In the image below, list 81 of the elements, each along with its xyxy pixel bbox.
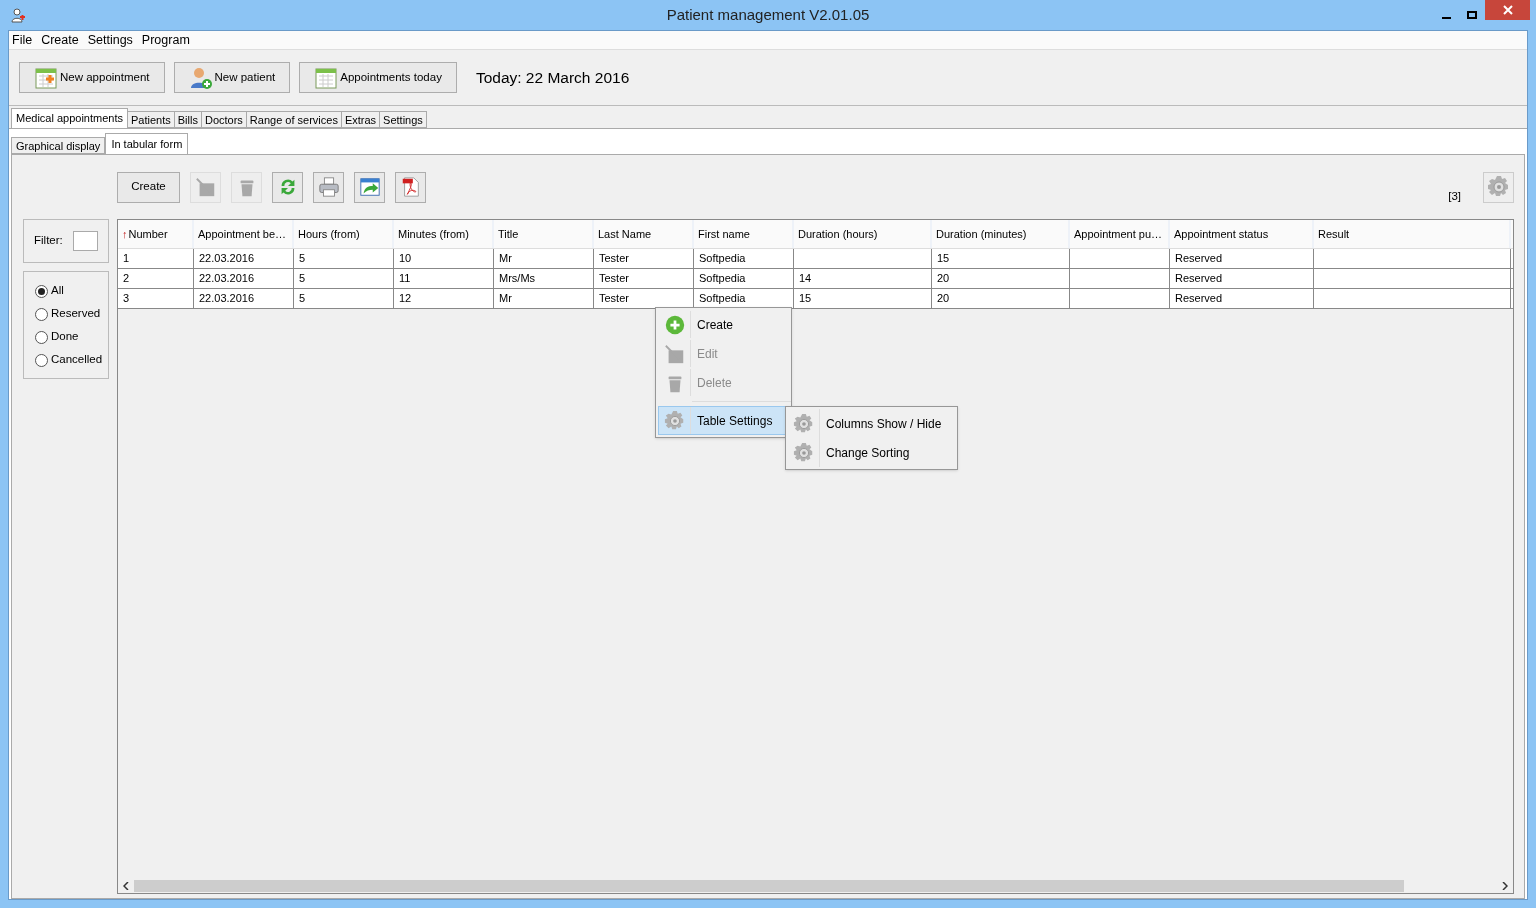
- radio-button[interactable]: [35, 284, 48, 298]
- table-cell: Reserved: [1170, 269, 1314, 288]
- table-cell: 22.03.2016: [194, 269, 294, 288]
- table-cell: 2: [118, 269, 194, 288]
- add-icon: [663, 313, 686, 336]
- create-button[interactable]: Create: [117, 171, 180, 203]
- radio-option[interactable]: Done: [35, 330, 108, 344]
- table-cell: 3: [118, 289, 194, 308]
- table-cell: 20: [932, 269, 1070, 288]
- tab[interactable]: Bills: [174, 111, 202, 128]
- tab[interactable]: Extras: [341, 111, 381, 128]
- toolbar-button[interactable]: New appointment: [19, 62, 165, 93]
- toolbar-button[interactable]: Appointments today: [299, 62, 457, 93]
- close-icon: [1502, 5, 1513, 15]
- icon-button[interactable]: [313, 171, 344, 203]
- radio-button[interactable]: [35, 330, 48, 344]
- icon-button[interactable]: [395, 171, 426, 203]
- radio-button[interactable]: [35, 353, 48, 367]
- table-cell: Reserved: [1170, 289, 1314, 308]
- icon-button[interactable]: [272, 171, 303, 203]
- filter-field[interactable]: [72, 231, 98, 251]
- table-cell: Mrs/Ms: [494, 269, 594, 288]
- gear-icon: [792, 441, 815, 464]
- table-cell: Softpedia: [694, 249, 794, 268]
- filter-label: Filter:: [34, 233, 63, 249]
- tab[interactable]: Range of services: [246, 111, 342, 128]
- menu-item[interactable]: Change Sorting: [788, 438, 955, 467]
- table-cell: 15: [932, 249, 1070, 268]
- gear-icon: [1486, 175, 1511, 199]
- printer-icon: [317, 176, 340, 198]
- record-count: [3]: [1448, 189, 1461, 205]
- table-cell: 5: [294, 249, 394, 268]
- sort-arrow: ↑: [122, 226, 128, 242]
- app-icon: [10, 7, 26, 23]
- table-cell: 14: [794, 269, 932, 288]
- notepad-pencil-icon: [194, 176, 217, 198]
- menu-item[interactable]: Create: [41, 30, 79, 50]
- table-cell: 11: [394, 269, 494, 288]
- tab[interactable]: Patients: [128, 111, 175, 128]
- table-cell: 15: [794, 289, 932, 308]
- table-cell: 10: [394, 249, 494, 268]
- window-title: Patient management V2.01.05: [665, 4, 871, 25]
- tab[interactable]: Doctors: [201, 111, 247, 128]
- radio-option[interactable]: All: [35, 284, 108, 298]
- tab[interactable]: Medical appointments: [11, 108, 128, 128]
- table-cell: Softpedia: [694, 269, 794, 288]
- menu-item[interactable]: Settings: [87, 30, 133, 50]
- scroll-left-icon[interactable]: [123, 881, 129, 890]
- tab[interactable]: In tabular form: [105, 133, 189, 154]
- table-cell: 22.03.2016: [194, 249, 294, 268]
- table-cell: 5: [294, 289, 394, 308]
- tab[interactable]: Graphical display: [11, 137, 106, 154]
- table-cell: 20: [932, 289, 1070, 308]
- radio-option[interactable]: Reserved: [35, 307, 108, 321]
- today-date: Today: 22 March 2016: [475, 67, 630, 88]
- gear-icon: [792, 412, 815, 435]
- tab[interactable]: Settings: [380, 111, 427, 128]
- menu-item[interactable]: Program: [141, 30, 190, 50]
- table-cell: Reserved: [1170, 249, 1314, 268]
- radio-button[interactable]: [35, 307, 48, 321]
- toolbar-button[interactable]: New patient: [173, 62, 291, 93]
- table-cell: 22.03.2016: [194, 289, 294, 308]
- table-cell: 5: [294, 269, 394, 288]
- table-cell: 1: [118, 249, 194, 268]
- scroll-right-icon[interactable]: [1502, 881, 1508, 890]
- gear-icon: [663, 409, 686, 432]
- table-cell: Tester: [594, 249, 694, 268]
- menu-item[interactable]: Create: [658, 310, 789, 339]
- radio-option[interactable]: Cancelled: [35, 353, 108, 367]
- icon-button[interactable]: [354, 171, 385, 203]
- calendar-add-icon: [34, 65, 58, 90]
- table-cell: 12: [394, 289, 494, 308]
- close-button[interactable]: [1485, 0, 1530, 20]
- person-add-icon: [188, 65, 213, 90]
- notepad-pencil-icon: [663, 342, 686, 365]
- table-cell: Mr: [494, 249, 594, 268]
- calendar-icon: [314, 65, 339, 90]
- table-cell: Mr: [494, 289, 594, 308]
- menu-item[interactable]: File: [12, 30, 33, 50]
- menu-item[interactable]: Columns Show / Hide: [788, 409, 955, 438]
- table-cell: Tester: [594, 269, 694, 288]
